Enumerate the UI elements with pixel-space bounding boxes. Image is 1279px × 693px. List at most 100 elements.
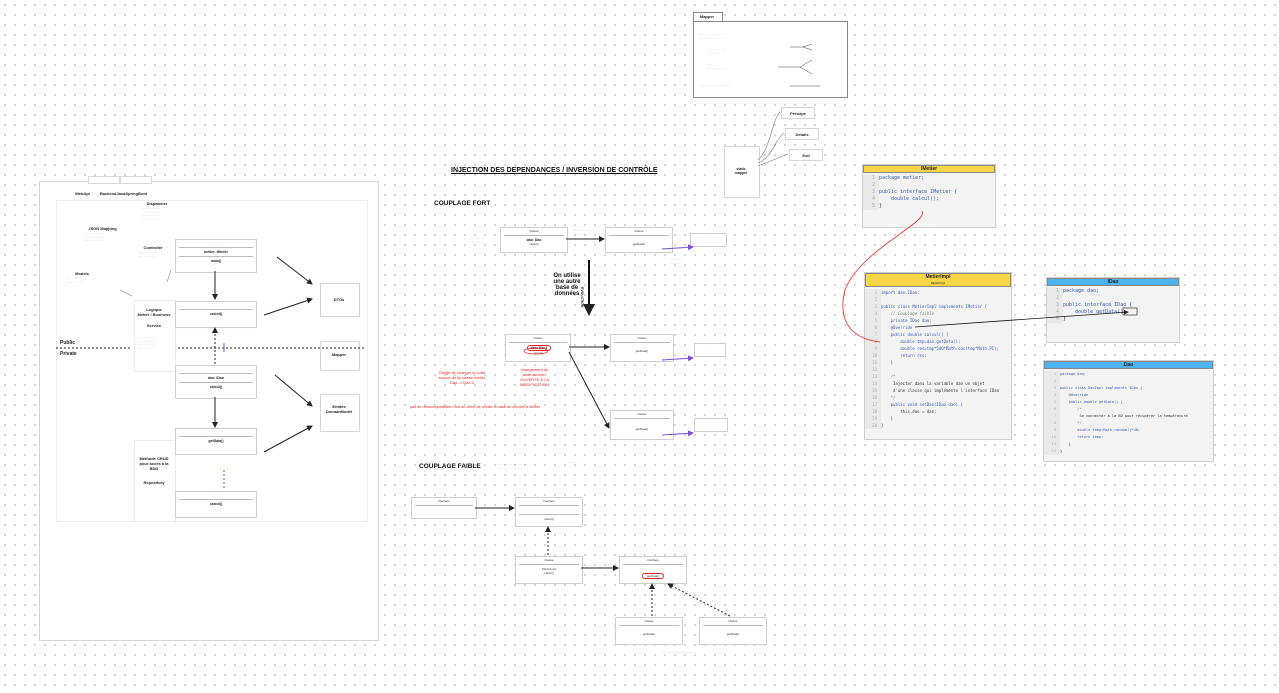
private-label: Private bbox=[60, 351, 77, 357]
code-line: 6 /* bbox=[1044, 406, 1213, 413]
mapper-panel-text-1: ········ ········ ······ ···· ····· ·····… bbox=[698, 32, 727, 40]
code-line: 9 double res=tmp*540*Math.cos(tmp*Math.P… bbox=[865, 345, 1011, 352]
json-mapping-text: ···· ···· ······ ···· ········ ······ ···… bbox=[84, 231, 105, 243]
metierimpl-code: 1 import dao.IDao; 2 3 public class MetierIm… bbox=[865, 287, 1011, 429]
idao-title: IDao bbox=[1047, 278, 1179, 286]
code-line: 17 public void setDao(IDao dao) { bbox=[865, 401, 1011, 408]
injection-title: INJECTION DES DEPENDANCES / INVERSION DE… bbox=[451, 167, 658, 174]
code-line: 16 */ bbox=[865, 394, 1011, 401]
faible-interface-1[interactable]: Interface · bbox=[411, 497, 477, 519]
code-line: 10 return res; bbox=[865, 352, 1011, 359]
code-line: 3 public class MetierImpl implements IMet… bbox=[865, 303, 1011, 310]
idao-code-panel[interactable]: IDao 1 package dao; 2 3 public interface IDa… bbox=[1046, 277, 1180, 343]
changement-text: changement du code source : OUVERTE À LA… bbox=[519, 367, 550, 387]
dao-code-panel[interactable]: Dao 1 package dao; 2 3 public class DaoImpl … bbox=[1043, 360, 1214, 462]
code-line: 11 } bbox=[865, 359, 1011, 366]
service-text: ······ ····· ······ ····· ······ ······ ··… bbox=[137, 335, 156, 350]
code-line: 12 bbox=[865, 366, 1011, 373]
code-line: 2 bbox=[1047, 295, 1179, 302]
code-line: 1 package dao; bbox=[1044, 371, 1213, 378]
code-line: 3 public interface IDao { bbox=[1047, 302, 1179, 309]
imetier-code-panel[interactable]: IMetier 1 package metier; 2 3 public interfa… bbox=[862, 164, 996, 228]
fort-getdata-2: getData() bbox=[635, 349, 649, 353]
code-line: 19 } bbox=[865, 415, 1011, 422]
static-mapper-label: static mapper bbox=[734, 167, 748, 175]
fort-calcul-2: calcul() bbox=[533, 351, 543, 355]
calcul-method-2: calcul() bbox=[209, 385, 223, 389]
class-main[interactable]: · · · · · métier: IMetier main() bbox=[175, 239, 257, 273]
faible-note-red: ······ ···· ····· ····· bbox=[567, 460, 578, 468]
code-line: 1 package dao; bbox=[1047, 288, 1179, 295]
faible-interface-3[interactable]: Interface · getData() bbox=[619, 556, 687, 584]
crud-label: Méthode CRUD pour accès à la BDD bbox=[139, 456, 169, 471]
mapper-label: Mapper bbox=[331, 352, 347, 357]
code-line: 4 @Override bbox=[1044, 392, 1213, 399]
calcul-method-3: calcul() bbox=[209, 502, 223, 506]
faible-metierimpl[interactable]: Classe MetierImpl calcul() bbox=[515, 556, 583, 584]
faible-dao-1[interactable]: Classe · getData() bbox=[615, 617, 683, 645]
webapi-label: WebApi bbox=[75, 191, 90, 196]
getdata-method: getData() bbox=[208, 439, 224, 443]
logique-label: Logique Metier / Business bbox=[137, 307, 171, 317]
mapper-node-3[interactable]: Exit bbox=[789, 149, 823, 161]
code-line: 5} bbox=[863, 203, 995, 210]
class-service[interactable]: · · · calcul() bbox=[175, 301, 257, 328]
fort-classe-2[interactable]: Classe getData() bbox=[605, 227, 673, 253]
code-line: 2 bbox=[1044, 378, 1213, 385]
couplage-fort-label: COUPLAGE FORT bbox=[434, 200, 491, 207]
code-line: 8 */ bbox=[1044, 420, 1213, 427]
controller-text: ······ ····· ······ ····· ······ ····· bbox=[138, 250, 157, 258]
faible-getdata-3: getData() bbox=[726, 632, 740, 636]
code-line: 8 double tmp=dao.getData(); bbox=[865, 338, 1011, 345]
code-line: 4 double calcul(); bbox=[863, 196, 995, 203]
mapper-panel-text-2: ······ ····· ····· ···· ····· bbox=[708, 47, 726, 55]
mapper-node-1[interactable]: Principe bbox=[781, 107, 815, 119]
code-line: 5} bbox=[1047, 316, 1179, 323]
code-line: 6 @Override bbox=[865, 324, 1011, 331]
code-line: 15 d'une classe qui implémente l'interfa… bbox=[865, 387, 1011, 394]
fort-classe-1[interactable]: Classe dao: Dao calcul() bbox=[500, 227, 568, 253]
fort-classe-5[interactable]: Classe getData() bbox=[610, 410, 674, 440]
code-line: 10 return temp; bbox=[1044, 434, 1213, 441]
main-method: main() bbox=[210, 259, 222, 263]
class-dao-holder[interactable]: · · · · dao: IDao calcul() bbox=[175, 365, 257, 399]
arch-tab-webapi[interactable]: · · · bbox=[88, 176, 120, 184]
fort-classe-3[interactable]: Classe dao: Dao2 calcul() bbox=[505, 334, 571, 362]
faible-bottom-note: ······· ······ ······ ······· ········ bbox=[660, 650, 698, 654]
fort-result-3: · · bbox=[694, 418, 728, 432]
code-line: 3 public class DaoImpl implements IDao { bbox=[1044, 385, 1213, 392]
mapper-panel-text-3: ······ ····· ········ ····· ······ bbox=[706, 62, 727, 70]
evolution-label: EVOLUTION bbox=[580, 287, 584, 308]
note-fort-arrow: ······ ····· ····· ······ ····· ···· bbox=[573, 228, 591, 236]
faible-dao-2[interactable]: Classe · getData() bbox=[699, 617, 767, 645]
public-label: Public bbox=[60, 340, 76, 346]
calcul-method: calcul() bbox=[209, 312, 223, 316]
imetier-code: 1 package metier; 2 3 public interface IMeti… bbox=[863, 173, 995, 210]
code-line: 4 double getData(); bbox=[1047, 309, 1179, 316]
metierimpl-code-panel[interactable]: MetierImpl MetierImpl 1 import dao.IDao; 2 3… bbox=[864, 272, 1012, 440]
note-left-1: ···· ····· ···· ····· ····· bbox=[470, 236, 485, 244]
code-line: 12} bbox=[1044, 448, 1213, 455]
imetier-title: IMetier bbox=[863, 165, 995, 173]
mapper-panel-title: Mapper bbox=[699, 14, 715, 19]
fort-classe-4[interactable]: Classe getData() bbox=[610, 334, 674, 362]
code-line: 5 private IDao dao; bbox=[865, 317, 1011, 324]
code-line: 20} bbox=[865, 422, 1011, 429]
class-repo[interactable]: · · · calcul() bbox=[175, 491, 257, 518]
code-line: 5 public double getData() { bbox=[1044, 399, 1213, 406]
pas-retro-text: pas de rétrocompatibilité c'est au clien… bbox=[410, 405, 541, 409]
mapper-panel-text-4: ········ ······ ······ ······· bbox=[700, 83, 730, 87]
arch-tab-spring[interactable]: · · · bbox=[120, 176, 152, 184]
dao-code: 1 package dao; 2 3 public class DaoImpl impl… bbox=[1044, 369, 1213, 455]
mapper-node-2[interactable]: Details bbox=[785, 128, 819, 140]
models-text: ····· ······ ···· ······ ····· ···· bbox=[66, 276, 83, 284]
dao-title: Dao bbox=[1044, 361, 1213, 369]
backend-label: BackendJavaSpringBoot bbox=[99, 191, 148, 196]
class-dao[interactable]: · · · getData() bbox=[175, 428, 257, 455]
code-line: 4 // Couplage faible bbox=[865, 310, 1011, 317]
code-line: 7 public double calcul() { bbox=[865, 331, 1011, 338]
faible-interface-2[interactable]: Interface · calcul() bbox=[515, 497, 583, 527]
code-line: 1 package metier; bbox=[863, 175, 995, 182]
dtos-label: DTOs bbox=[333, 297, 345, 302]
faible-calcul: calcul() bbox=[544, 517, 554, 521]
